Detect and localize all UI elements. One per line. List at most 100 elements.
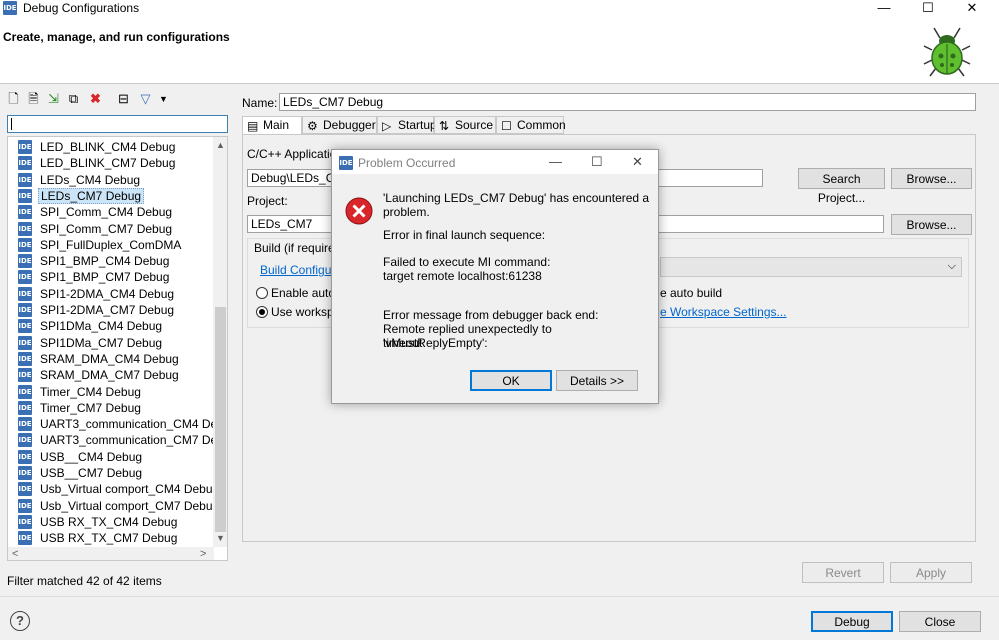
new-config-icon[interactable]: 🗋 [6,92,21,107]
ide-config-icon: IDE [18,498,32,513]
list-item-label: USB RX_TX_CM4 Debug [40,514,178,529]
use-workspace-radio[interactable] [256,306,268,318]
list-item-label: Timer_CM4 Debug [40,384,141,399]
source-icon: ⇅ [439,119,450,133]
browse-project-button[interactable]: Browse... [891,214,972,235]
duplicate-icon[interactable]: ⧉ [66,92,81,107]
filter-menu-chevron-down-icon[interactable]: ▼ [156,92,171,107]
cc-app-label: C/C++ Applicatio [247,147,337,161]
tab-main[interactable]: ▤ Main [242,116,302,135]
tab-common[interactable]: ☐ Common [496,116,566,134]
list-item-label: LEDs_CM4 Debug [40,172,141,187]
list-item-label: Timer_CM7 Debug [40,400,141,415]
collapse-all-icon[interactable]: ⊟ [116,92,131,107]
list-item-label: SRAM_DMA_CM4 Debug [40,351,179,366]
browse-app-button[interactable]: Browse... [891,168,972,189]
dialog-message-line5: target remote localhost:61238 [383,269,542,283]
vertical-scrollbar[interactable]: ▲ ▼ [213,137,227,547]
ide-config-icon: IDE [18,531,32,546]
list-item-label: UART3_communication_CM7 Debug [40,433,228,448]
ide-config-icon: IDE [18,449,32,464]
dialog-minimize-button[interactable]: — [549,154,562,169]
dialog-message-line1: 'Launching LEDs_CM7 Debug' has encounter… [383,191,650,205]
scroll-right-icon[interactable]: > [200,548,206,560]
tab-startup-label: Startup [398,118,437,132]
tab-debugger-label: Debugger [323,118,376,132]
dialog-message-line8: timeout [383,336,423,350]
scroll-up-icon[interactable]: ▲ [216,140,225,150]
ide-config-icon: IDE [18,368,32,383]
search-project-button[interactable]: Search Project... [798,168,885,205]
ide-config-icon: IDE [18,384,32,399]
ide-config-icon: IDE [18,205,32,220]
tab-source-label: Source [455,118,494,132]
list-item-label: SPI1DMa_CM4 Debug [40,319,163,334]
project-label: Project: [247,194,288,208]
tab-startup[interactable]: ▷ Startup [377,116,437,134]
dialog-maximize-button[interactable]: ☐ [591,154,603,170]
list-item-label: SPI_FullDuplex_ComDMA [40,237,182,252]
error-icon [345,197,373,225]
problem-dialog: IDE Problem Occurred — ☐ ✕ 'Launching LE… [331,149,659,404]
list-item-label: USB__CM7 Debug [40,466,143,480]
build-config-link[interactable]: Build Configura [260,263,342,277]
new-prototype-icon[interactable]: 🗎 [26,92,41,107]
maximize-button[interactable]: ☐ [906,0,950,18]
dialog-message-line6: Error message from debugger back end: [383,308,599,322]
bottom-bar: ? Debug Close [0,596,999,640]
close-button[interactable]: Close [899,611,981,632]
list-item-label: USB__CM4 Debug [40,449,143,464]
list-item-label: LED_BLINK_CM7 Debug [40,156,176,171]
ide-config-icon: IDE [18,156,32,171]
config-list[interactable]: IDE LED_BLINK_CM4 Debug IDE LED_BLINK_CM7 D… [7,136,228,561]
delete-icon[interactable]: ✖ [88,92,103,107]
common-icon: ☐ [501,119,512,133]
list-item-label: SPI1_BMP_CM7 Debug [40,270,170,285]
list-item-label: LED_BLINK_CM4 Debug [40,140,176,154]
ide-config-icon: IDE [18,482,32,497]
dialog-close-button[interactable]: ✕ [632,154,643,170]
header-area: Create, manage, and run configurations [0,18,999,84]
close-window-button[interactable]: ✕ [950,0,994,18]
name-input[interactable]: LEDs_CM7 Debug [279,93,976,111]
dialog-message-line3: Error in final launch sequence: [383,228,546,242]
scroll-down-icon[interactable]: ▼ [216,533,225,543]
details-button[interactable]: Details >> [556,370,638,391]
scroll-left-icon[interactable]: < [12,548,18,560]
list-item-label: SRAM_DMA_CM7 Debug [40,368,179,383]
ide-config-icon: IDE [18,303,32,317]
filter-input[interactable] [7,115,228,133]
ide-config-icon: IDE [18,466,32,480]
enable-auto-build-radio[interactable] [256,287,268,299]
window-title: Debug Configurations [23,1,140,15]
export-icon[interactable]: ⇲ [46,92,61,107]
ide-config-icon: IDE [18,140,32,154]
ide-config-icon: IDE [18,335,32,350]
revert-button[interactable]: Revert [802,562,884,583]
scroll-thumb[interactable] [215,307,226,532]
minimize-button[interactable]: — [862,0,906,18]
ide-app-icon: IDE [3,1,17,15]
main-tab-icon: ▤ [247,119,259,133]
debugger-gear-icon: ⚙ [307,119,318,133]
tab-source[interactable]: ⇅ Source [434,116,496,134]
debug-button[interactable]: Debug [811,611,893,632]
tab-debugger[interactable]: ⚙ Debugger [302,116,377,134]
list-item-label: Usb_Virtual comport_CM4 Debug [40,482,220,497]
help-icon[interactable]: ? [10,611,30,631]
ok-button[interactable]: OK [470,370,552,391]
configurations-panel: 🗋 🗎 ⇲ ⧉ ✖ ⊟ ▽ ▼ IDE LED_BLINK_CM4 Debug ID… [0,86,234,596]
build-config-select[interactable]: ⌵ [660,257,962,277]
workspace-settings-link[interactable]: e Workspace Settings... [660,305,787,319]
horizontal-scrollbar[interactable]: < > [8,547,214,560]
ide-dialog-icon: IDE [339,156,353,170]
filter-icon[interactable]: ▽ [138,92,153,107]
list-item-label: SPI_Comm_CM4 Debug [40,205,173,220]
tab-common-label: Common [517,118,566,132]
ide-config-icon: IDE [18,254,32,269]
list-item-label: USB RX_TX_CM7 Debug [40,531,178,546]
apply-button[interactable]: Apply [890,562,972,583]
window-titlebar: IDE Debug Configurations — ☐ ✕ [0,0,999,18]
list-item-label: SPI1-2DMA_CM4 Debug [40,286,175,301]
list-item-label: SPI1DMa_CM7 Debug [40,335,163,350]
